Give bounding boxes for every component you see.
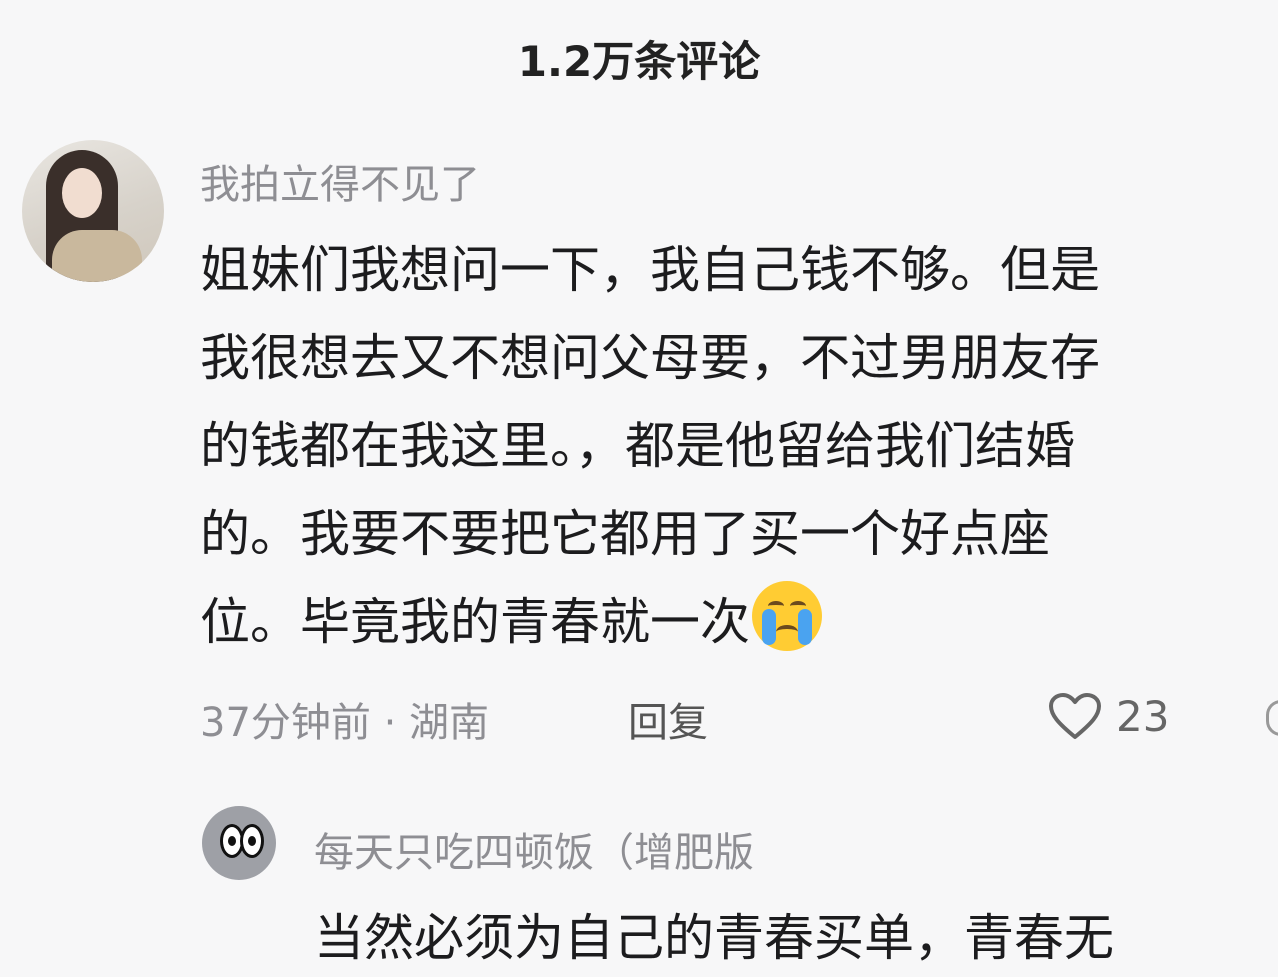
- comment-line: 姐妹们我想问一下，我自己钱不够。但是: [200, 241, 1100, 299]
- like-button[interactable]: 23: [1048, 688, 1169, 744]
- like-count: 23: [1116, 691, 1170, 741]
- crying-face-icon: [752, 581, 822, 651]
- page-title: 1.2万条评论: [517, 37, 761, 86]
- commenter-avatar[interactable]: [22, 140, 164, 282]
- avatar-body: [52, 230, 142, 282]
- comment-line-text: 位。毕竟我的青春就一次: [200, 593, 750, 651]
- reply-username[interactable]: 每天只吃四顿饭（增肥版: [314, 820, 754, 878]
- comment-text: 姐妹们我想问一下，我自己钱不够。但是 我很想去又不想问父母要，不过男朋友存 的钱…: [200, 226, 1278, 666]
- avatar-pupil: [228, 836, 236, 846]
- emoji-tear: [798, 609, 812, 645]
- emoji-mouth: [776, 625, 798, 639]
- heart-icon: [1049, 693, 1101, 739]
- comment-meta: 37分钟前 · 湖南: [200, 700, 490, 746]
- more-icon[interactable]: [1266, 700, 1278, 736]
- comment-line: 的钱都在我这里。，都是他留给我们结婚: [200, 417, 1075, 475]
- comment-line: 的。我要不要把它都用了买一个好点座: [200, 505, 1050, 563]
- comment-line-last: 位。毕竟我的青春就一次: [200, 578, 1278, 666]
- reply-button[interactable]: 回复: [628, 690, 708, 748]
- reply-text: 当然必须为自己的青春买单，青春无: [314, 909, 1114, 967]
- comment-line: 我很想去又不想问父母要，不过男朋友存: [200, 329, 1100, 387]
- commenter-username[interactable]: 我拍立得不见了: [200, 152, 480, 210]
- emoji-tear: [762, 609, 776, 645]
- reply-avatar[interactable]: [202, 806, 276, 880]
- avatar-face: [62, 168, 102, 218]
- avatar-pupil: [248, 836, 256, 846]
